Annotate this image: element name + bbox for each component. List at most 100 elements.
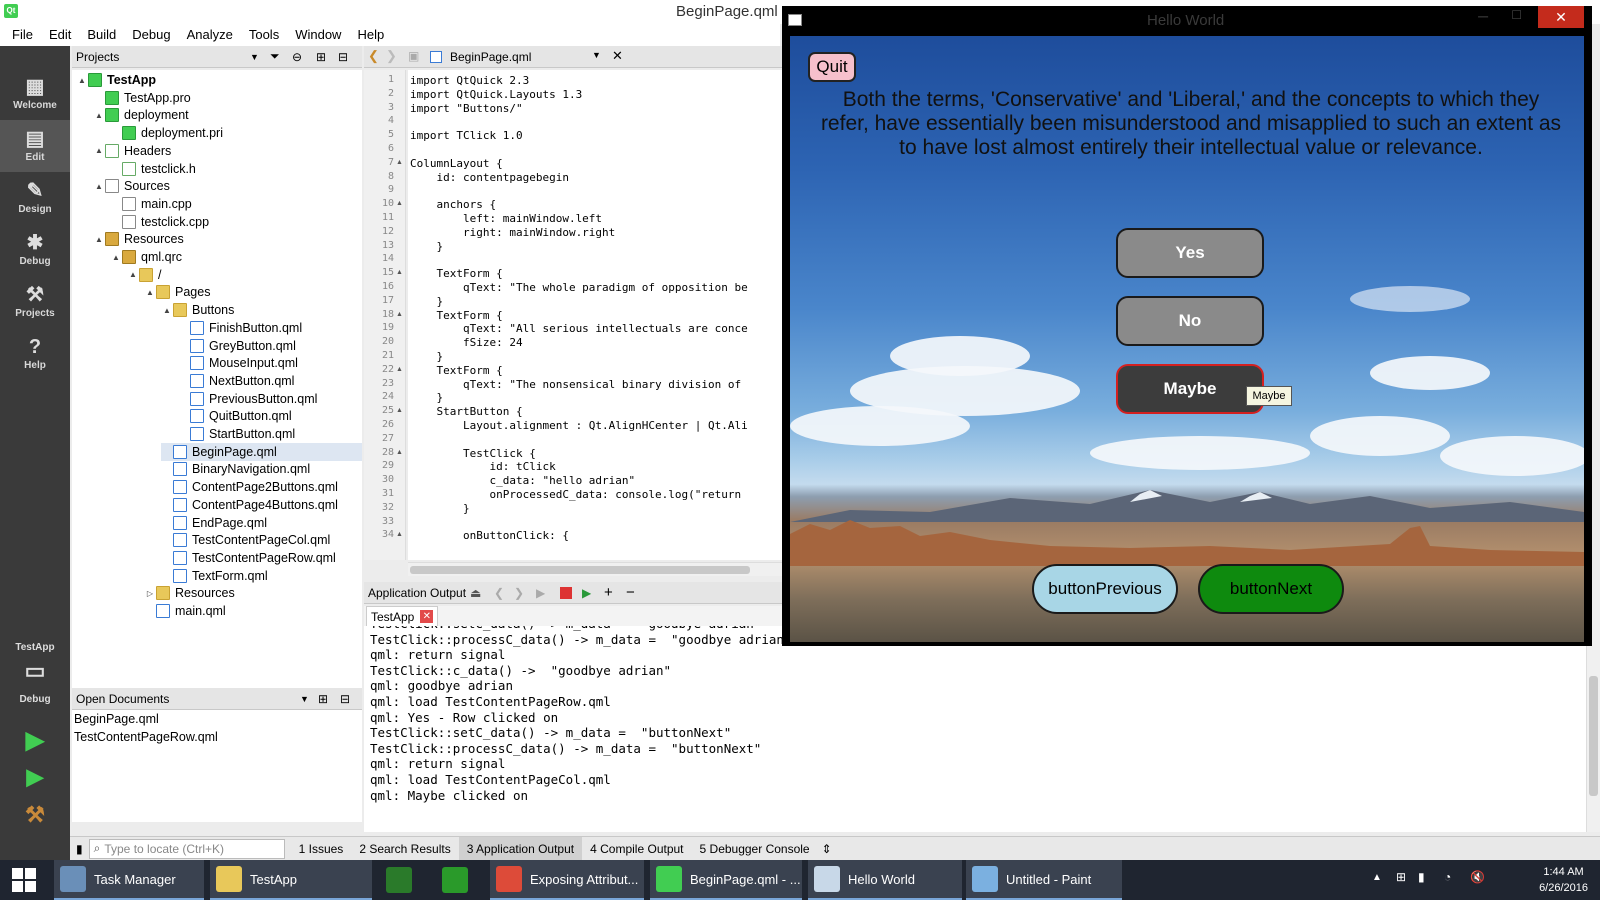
back-arrow-icon[interactable]: ❮ — [494, 586, 504, 600]
no-button[interactable]: No — [1116, 296, 1264, 346]
tree-item[interactable]: PreviousButton.qml — [178, 390, 362, 408]
system-clock[interactable]: 1:44 AM 6/26/2016 — [1539, 864, 1588, 896]
maybe-button[interactable]: Maybe — [1116, 364, 1264, 414]
mode-debug[interactable]: ✱ Debug — [0, 224, 70, 276]
zoom-out-icon[interactable]: − — [626, 584, 635, 601]
tab-issues[interactable]: 1 Issues — [291, 837, 352, 861]
scrollbar-thumb[interactable] — [1589, 676, 1598, 796]
expand-arrow-icon[interactable]: ▲ — [76, 76, 88, 85]
code-editor[interactable]: import QtQuick 2.3 import QtQuick.Layouts… — [408, 70, 782, 560]
sidebar-toggle-icon[interactable]: ▮ — [76, 842, 83, 856]
horizontal-scrollbar[interactable] — [408, 562, 782, 576]
application-output[interactable]: TestClick::setC_data() -> m_data = "good… — [364, 626, 1586, 832]
tree-item[interactable]: ▲ Resources — [93, 230, 362, 248]
tree-item[interactable]: StartButton.qml — [178, 425, 362, 443]
tree-item[interactable]: TestContentPageCol.qml — [161, 531, 362, 549]
filter-icon[interactable]: ⏷ — [270, 49, 280, 64]
expand-arrow-icon[interactable]: ▲ — [144, 288, 156, 297]
tree-item[interactable]: BinaryNavigation.qml — [161, 460, 362, 478]
mode-help[interactable]: ? Help — [0, 328, 70, 380]
tree-item[interactable]: QuitButton.qml — [178, 407, 362, 425]
yes-button[interactable]: Yes — [1116, 228, 1264, 278]
fold-marker-icon[interactable]: ▲ — [396, 407, 403, 414]
expand-arrow-icon[interactable]: ▲ — [127, 270, 139, 279]
expand-arrow-icon[interactable]: ▲ — [93, 235, 105, 244]
taskbar-item[interactable]: Exposing Attribut... — [490, 860, 644, 900]
expand-arrow-icon[interactable]: ▲ — [93, 146, 105, 155]
taskbar-item[interactable]: Hello World — [808, 860, 962, 900]
tree-item[interactable]: NextButton.qml — [178, 372, 362, 390]
fold-marker-icon[interactable]: ▲ — [396, 311, 403, 318]
run-icon[interactable]: ▶ — [0, 726, 70, 755]
tree-item[interactable]: ▷ Resources — [144, 584, 362, 602]
expand-arrow-icon[interactable]: ▲ — [161, 306, 173, 315]
close-icon[interactable]: ✕ — [420, 610, 434, 623]
previous-button[interactable]: buttonPrevious — [1032, 564, 1178, 614]
close-panel-icon[interactable]: ⊟ — [340, 692, 350, 706]
split-icon[interactable]: ⊞ — [316, 50, 326, 64]
start-button[interactable] — [12, 868, 36, 892]
debug-icon[interactable]: ▶ — [582, 586, 591, 600]
taskbar-item[interactable]: TestApp — [210, 860, 372, 900]
stop-icon[interactable] — [560, 587, 572, 599]
mode-design[interactable]: ✎ Design — [0, 172, 70, 224]
forward-arrow-icon[interactable]: ❯ — [386, 48, 397, 64]
chevron-down-icon[interactable]: ▼ — [592, 50, 601, 60]
tab-compile-output[interactable]: 4 Compile Output — [582, 837, 691, 861]
tree-item[interactable]: MouseInput.qml — [178, 354, 362, 372]
fold-marker-icon[interactable]: ▲ — [396, 531, 403, 538]
tree-item[interactable]: TestContentPageRow.qml — [161, 549, 362, 567]
chevron-down-icon[interactable]: ▼ — [250, 52, 259, 62]
output-tab[interactable]: TestApp ✕ — [366, 606, 439, 626]
chevron-down-icon[interactable]: ▼ — [300, 694, 309, 704]
tab-debugger-console[interactable]: 5 Debugger Console — [692, 837, 818, 861]
open-document-item[interactable]: BeginPage.qml — [74, 712, 159, 726]
debug-run-icon[interactable]: ▶ — [0, 764, 70, 790]
quit-button[interactable]: Quit — [808, 52, 856, 82]
taskbar-item[interactable]: Untitled - Paint — [966, 860, 1122, 900]
tab-application-output[interactable]: 3 Application Output — [458, 836, 583, 861]
editor-file-tab[interactable]: BeginPage.qml — [450, 50, 531, 64]
up-down-arrow-icon[interactable]: ⇕ — [822, 842, 832, 856]
tree-item[interactable]: GreyButton.qml — [178, 337, 362, 355]
fold-marker-icon[interactable]: ▲ — [396, 200, 403, 207]
network-icon[interactable]: ◔ — [1444, 870, 1451, 884]
expand-arrow-icon[interactable]: ▲ — [93, 182, 105, 191]
expand-arrow-icon[interactable]: ▲ — [93, 111, 105, 120]
attach-icon[interactable]: ⏏ — [470, 586, 481, 600]
mode-edit[interactable]: ▤ Edit — [0, 120, 70, 172]
taskbar-item[interactable]: BeginPage.qml - ... — [650, 860, 802, 900]
locator-input[interactable]: ⌕ Type to locate (Ctrl+K) — [88, 838, 285, 859]
tab-search-results[interactable]: 2 Search Results — [351, 837, 458, 861]
close-panel-icon[interactable]: ⊟ — [338, 50, 348, 64]
battery-icon[interactable]: ▮ — [1418, 870, 1425, 884]
scrollbar-thumb[interactable] — [410, 566, 750, 574]
menu-analyze[interactable]: Analyze — [179, 24, 241, 46]
tree-item[interactable]: testclick.cpp — [110, 213, 362, 231]
split-icon[interactable]: ⊞ — [318, 692, 328, 706]
tray-chevron-icon[interactable]: ▲ — [1372, 872, 1382, 883]
tree-item[interactable]: deployment.pri — [110, 124, 362, 142]
tree-item[interactable]: ▲ TestApp — [76, 71, 362, 89]
open-document-item[interactable]: TestContentPageRow.qml — [74, 730, 218, 744]
menu-debug[interactable]: Debug — [124, 24, 178, 46]
menu-edit[interactable]: Edit — [41, 24, 79, 46]
tree-item[interactable]: main.cpp — [110, 195, 362, 213]
taskbar-item[interactable]: Task Manager — [54, 860, 204, 900]
tree-item[interactable]: ▲ qml.qrc — [110, 248, 362, 266]
tree-item[interactable]: ▲ Buttons — [161, 301, 362, 319]
tree-item[interactable]: TestApp.pro — [93, 89, 362, 107]
back-arrow-icon[interactable]: ❮ — [368, 48, 379, 64]
tree-item[interactable]: ▲ / — [127, 266, 362, 284]
close-icon[interactable]: ✕ — [1538, 6, 1584, 28]
zoom-in-icon[interactable]: + — [604, 584, 613, 601]
rerun-icon[interactable]: ▶ — [536, 586, 545, 600]
taskbar-item[interactable] — [436, 860, 486, 900]
maximize-icon[interactable]: ☐ — [1511, 8, 1522, 22]
menu-build[interactable]: Build — [79, 24, 124, 46]
menu-help[interactable]: Help — [349, 24, 392, 46]
tree-item[interactable]: ContentPage2Buttons.qml — [161, 478, 362, 496]
tree-item[interactable]: EndPage.qml — [161, 514, 362, 532]
tree-item[interactable]: ▲ deployment — [93, 106, 362, 124]
menu-tools[interactable]: Tools — [241, 24, 287, 46]
